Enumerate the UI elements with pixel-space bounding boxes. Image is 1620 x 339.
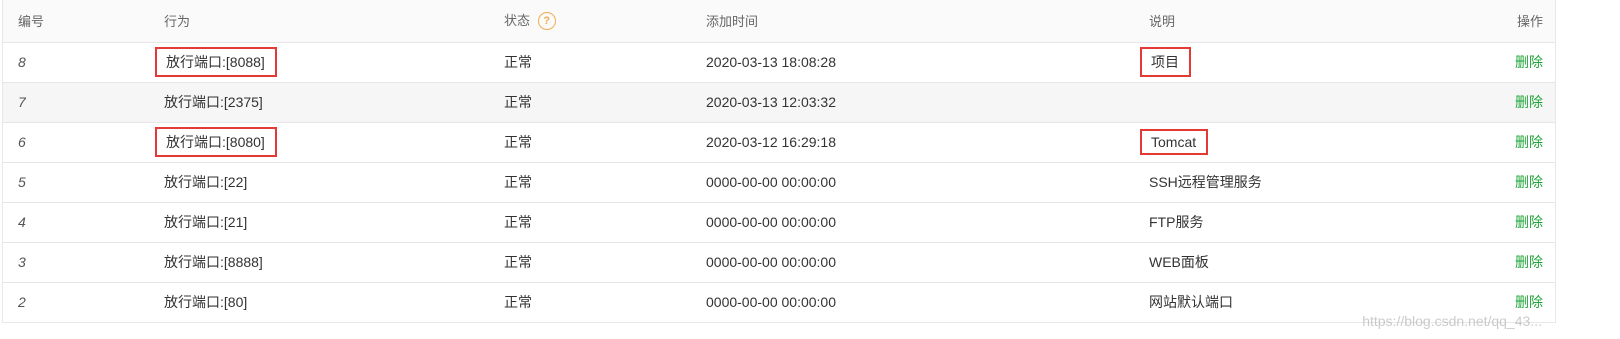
header-status-label: 状态 bbox=[504, 13, 531, 29]
row-action: 放行端口:[21] bbox=[164, 214, 248, 230]
help-icon[interactable]: ? bbox=[537, 12, 556, 31]
delete-link[interactable]: 删除 bbox=[1515, 294, 1543, 310]
row-time: 0000-00-00 00:00:00 bbox=[706, 174, 836, 190]
row-id: 6 bbox=[18, 134, 26, 150]
row-op: 删除 bbox=[1499, 162, 1555, 202]
highlighted-action: 放行端口:[8080] bbox=[155, 127, 277, 157]
table-row: 5 放行端口:[22] 正常 0000-00-00 00:00:00 SSH远程… bbox=[3, 162, 1555, 202]
table-row: 4 放行端口:[21] 正常 0000-00-00 00:00:00 FTP服务… bbox=[3, 202, 1555, 242]
row-status: 正常 bbox=[504, 214, 532, 230]
highlighted-action: 放行端口:[8088] bbox=[155, 47, 277, 77]
delete-link[interactable]: 删除 bbox=[1515, 134, 1543, 150]
row-time: 2020-03-13 12:03:32 bbox=[706, 94, 836, 110]
row-desc bbox=[1149, 82, 1499, 122]
row-desc: Tomcat bbox=[1140, 122, 1499, 162]
table-row: 6 放行端口:[8080] 正常 2020-03-12 16:29:18 Tom… bbox=[3, 122, 1555, 162]
row-desc: WEB面板 bbox=[1149, 254, 1209, 270]
delete-link[interactable]: 删除 bbox=[1515, 254, 1543, 270]
row-status: 正常 bbox=[504, 134, 532, 150]
row-time: 0000-00-00 00:00:00 bbox=[706, 294, 836, 311]
row-op: 删除 bbox=[1499, 242, 1555, 282]
header-status: 状态 ? bbox=[504, 0, 706, 42]
table-row: 7 放行端口:[2375] 正常 2020-03-13 12:03:32 删除 bbox=[3, 82, 1555, 122]
row-id: 7 bbox=[18, 94, 26, 110]
row-op: 删除 bbox=[1499, 122, 1555, 162]
row-action: 放行端口:[80] bbox=[164, 294, 248, 311]
row-id: 8 bbox=[18, 54, 26, 70]
row-status: 正常 bbox=[504, 254, 532, 270]
header-time: 添加时间 bbox=[706, 14, 759, 30]
row-desc: SSH远程管理服务 bbox=[1149, 174, 1262, 190]
row-action: 放行端口:[2375] bbox=[164, 94, 263, 110]
row-time: 2020-03-12 16:29:18 bbox=[706, 134, 836, 150]
row-status: 正常 bbox=[504, 294, 532, 311]
row-desc: FTP服务 bbox=[1149, 214, 1204, 230]
row-desc: 项目 bbox=[1140, 42, 1499, 82]
delete-link[interactable]: 删除 bbox=[1515, 94, 1543, 110]
table-row: 3 放行端口:[8888] 正常 0000-00-00 00:00:00 WEB… bbox=[3, 242, 1555, 282]
header-desc: 说明 bbox=[1149, 14, 1176, 30]
row-action: 放行端口:[22] bbox=[164, 174, 248, 190]
row-action: 放行端口:[8080] bbox=[150, 122, 504, 162]
delete-link[interactable]: 删除 bbox=[1515, 174, 1543, 190]
table-row: 8 放行端口:[8088] 正常 2020-03-13 18:08:28 项目 … bbox=[3, 42, 1555, 82]
firewall-rules-table: 编号 行为 状态 ? 添加时间 说明 操作 8 放行端口:[8088] 正常 2… bbox=[2, 0, 1556, 323]
row-id: 2 bbox=[18, 294, 26, 311]
header-action: 行为 bbox=[164, 14, 191, 30]
row-id: 4 bbox=[18, 214, 26, 230]
delete-link[interactable]: 删除 bbox=[1515, 214, 1543, 230]
row-time: 2020-03-13 18:08:28 bbox=[706, 54, 836, 70]
row-status: 正常 bbox=[504, 174, 532, 190]
highlighted-desc: 项目 bbox=[1140, 47, 1191, 77]
row-id: 5 bbox=[18, 174, 26, 190]
row-desc: 网站默认端口 bbox=[1149, 294, 1233, 311]
row-time: 0000-00-00 00:00:00 bbox=[706, 254, 836, 270]
row-action: 放行端口:[8888] bbox=[164, 254, 263, 270]
delete-link[interactable]: 删除 bbox=[1515, 54, 1543, 70]
row-status: 正常 bbox=[504, 54, 532, 70]
row-op: 删除 bbox=[1499, 282, 1555, 322]
header-op: 操作 bbox=[1516, 14, 1543, 30]
row-time: 0000-00-00 00:00:00 bbox=[706, 214, 836, 230]
row-op: 删除 bbox=[1499, 42, 1555, 82]
highlighted-desc: Tomcat bbox=[1140, 129, 1209, 155]
row-id: 3 bbox=[18, 254, 26, 270]
row-status: 正常 bbox=[504, 94, 532, 110]
row-op: 删除 bbox=[1499, 202, 1555, 242]
table-row: 2 放行端口:[80] 正常 0000-00-00 00:00:00 网站默认端… bbox=[3, 282, 1555, 322]
table-header-row: 编号 行为 状态 ? 添加时间 说明 操作 bbox=[3, 0, 1555, 42]
header-id: 编号 bbox=[18, 14, 45, 30]
row-action: 放行端口:[8088] bbox=[150, 42, 504, 82]
row-op: 删除 bbox=[1499, 82, 1555, 122]
